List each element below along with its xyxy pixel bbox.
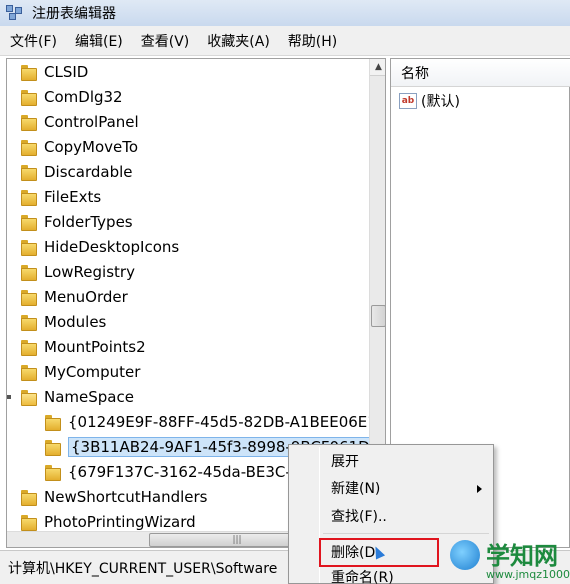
window-title: 注册表编辑器 (32, 6, 116, 22)
context-menu-expand[interactable]: 展开 (331, 449, 359, 473)
tree-item[interactable]: Modules (21, 309, 106, 334)
tree-item[interactable]: CopyMoveTo (21, 134, 138, 159)
tree-item-label: MyComputer (44, 362, 141, 381)
menu-favorites[interactable]: 收藏夹(A) (207, 31, 270, 51)
folder-icon (21, 189, 37, 206)
folder-icon (21, 239, 37, 256)
context-menu-new[interactable]: 新建(N) (331, 476, 380, 500)
tree-item[interactable]: LowRegistry (21, 259, 135, 284)
folder-icon (21, 289, 37, 306)
watermark-brand: 学知网 (486, 542, 558, 570)
folder-icon (21, 339, 37, 356)
tree-item[interactable]: HideDesktopIcons (21, 234, 179, 259)
tree-item-label: FolderTypes (44, 212, 133, 231)
tree-item-label: ControlPanel (44, 112, 139, 131)
tree-item-label: MountPoints2 (44, 337, 146, 356)
title-bar: 注册表编辑器 (0, 0, 570, 26)
tree-item-label: NewShortcutHandlers (44, 487, 208, 506)
open-folder-icon (21, 389, 37, 406)
menu-help[interactable]: 帮助(H) (288, 31, 337, 51)
tree-item[interactable]: Discardable (21, 159, 133, 184)
tree-item[interactable]: FileExts (21, 184, 101, 209)
context-menu-find[interactable]: 查找(F).. (331, 504, 387, 528)
tree-item-label: PhotoPrintingWizard (44, 512, 196, 531)
tree-item-label: HideDesktopIcons (44, 237, 180, 256)
menu-edit[interactable]: 编辑(E) (75, 31, 123, 51)
vertical-scroll-thumb[interactable] (371, 305, 385, 327)
tree-item-label: CLSID (44, 62, 89, 81)
folder-icon (21, 489, 37, 506)
tree-item-label: Discardable (44, 162, 133, 181)
watermark-logo: 学知网 www.jmqz1000.com (446, 534, 570, 584)
value-row-default[interactable]: ab (默认) (399, 91, 460, 111)
menu-bar: 文件(F) 编辑(E) 查看(V) 收藏夹(A) 帮助(H) (0, 26, 570, 56)
tree-item-label: MenuOrder (44, 287, 128, 306)
folder-icon (21, 139, 37, 156)
submenu-arrow-icon (477, 485, 482, 493)
folder-icon (21, 64, 37, 81)
status-path: 计算机\HKEY_CURRENT_USER\Software (8, 560, 278, 577)
folder-icon (45, 414, 61, 431)
tree-item-label: {01249E9F-88FF-45d5-82DB-A1BEE06E12 (68, 412, 386, 431)
folder-icon (21, 364, 37, 381)
tree-item[interactable]: NewShortcutHandlers (21, 484, 207, 509)
tree-item[interactable]: CLSID (21, 59, 88, 84)
folder-icon (45, 464, 61, 481)
folder-icon (21, 214, 37, 231)
folder-icon (21, 314, 37, 331)
tree-item[interactable]: MyComputer (21, 359, 140, 384)
folder-icon (21, 264, 37, 281)
tree-item-namespace[interactable]: NameSpace (7, 384, 134, 409)
tree-item-label: Modules (44, 312, 107, 331)
folder-icon (21, 89, 37, 106)
folder-icon (21, 514, 37, 531)
tree-item[interactable]: ComDlg32 (21, 84, 123, 109)
registry-editor-icon (6, 5, 24, 21)
watermark-url: www.jmqz1000.com (486, 568, 570, 581)
tree-item[interactable]: {01249E9F-88FF-45d5-82DB-A1BEE06E12 (45, 409, 386, 434)
tree-item[interactable]: {679F137C-3162-45da-BE3C-2 (45, 459, 300, 484)
folder-icon (21, 164, 37, 181)
value-name: (默认) (421, 94, 460, 110)
context-menu-rename[interactable]: 重命名(R) (331, 567, 394, 584)
folder-icon (45, 439, 61, 456)
scroll-up-arrow-icon[interactable]: ▲ (370, 59, 385, 76)
tree-item-label: {679F137C-3162-45da-BE3C-2 (68, 462, 301, 481)
tree-item-label: CopyMoveTo (44, 137, 139, 156)
menu-view[interactable]: 查看(V) (141, 31, 190, 51)
string-value-icon: ab (399, 93, 417, 109)
tree-item[interactable]: MenuOrder (21, 284, 128, 309)
tree-item[interactable]: ControlPanel (21, 109, 139, 134)
tree-item-label: LowRegistry (44, 262, 135, 281)
column-header-name[interactable]: 名称 (391, 59, 570, 87)
menu-file[interactable]: 文件(F) (10, 31, 57, 51)
tree-item-label: FileExts (44, 187, 102, 206)
logo-circle-icon (450, 540, 480, 570)
tree-item[interactable]: MountPoints2 (21, 334, 146, 359)
tree-item[interactable]: FolderTypes (21, 209, 133, 234)
folder-icon (21, 114, 37, 131)
tree-item-label: NameSpace (44, 387, 134, 406)
tree-item-label: ComDlg32 (44, 87, 123, 106)
